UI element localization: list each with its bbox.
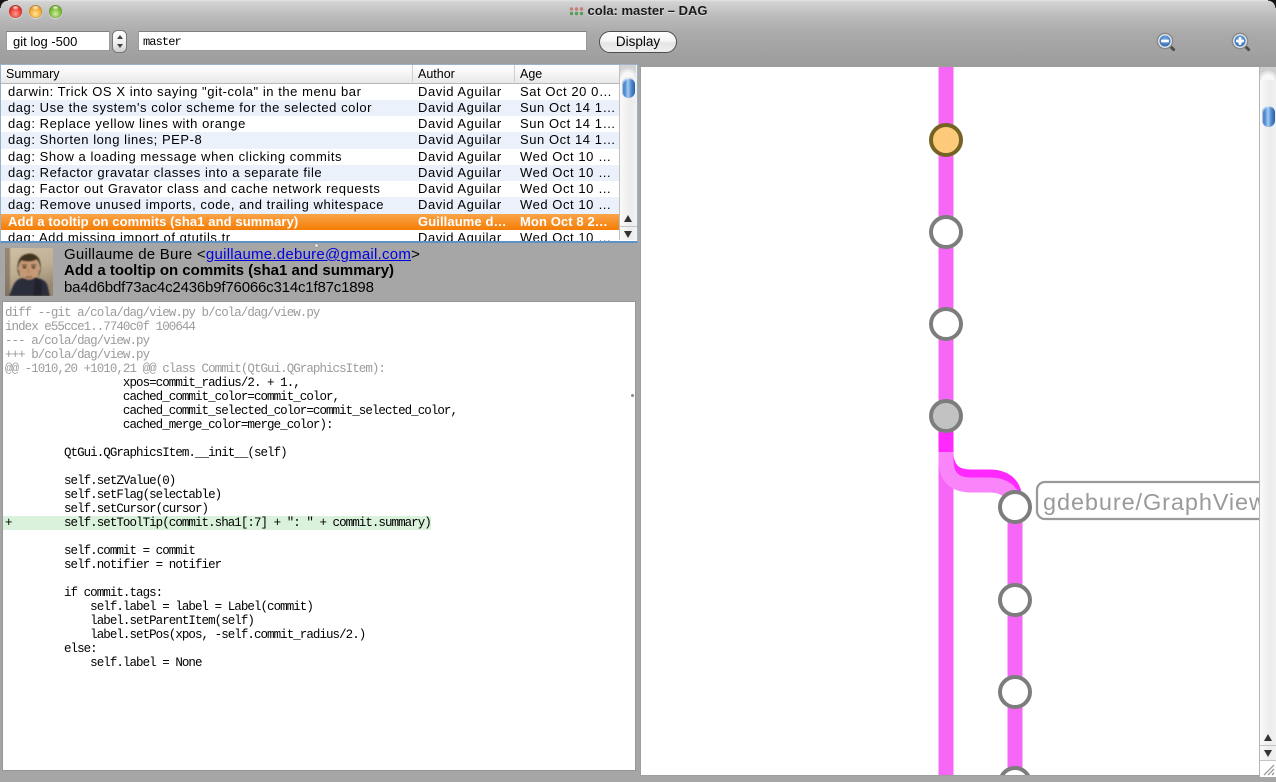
svg-text:gdebure/GraphView: gdebure/GraphView [1043, 489, 1267, 515]
